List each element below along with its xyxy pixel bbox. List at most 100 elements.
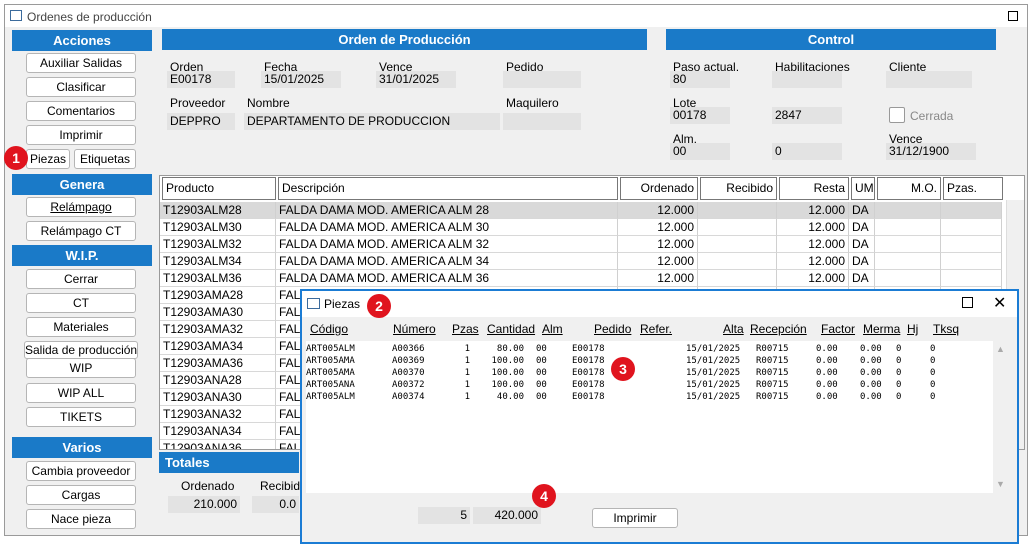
cell-desc[interactable]: FALDA DAMA MOD. AMERICA ALM 34 [276,253,618,270]
cell-producto[interactable]: T12903ALM30 [160,219,276,236]
materiales-button[interactable]: Materiales [26,317,136,337]
cell-producto[interactable]: T12903ANA28 [160,372,276,389]
col-um[interactable]: UM [851,177,875,200]
col-mo[interactable]: M.O. [877,177,941,200]
cell-ordenado[interactable]: 12.000 [618,202,698,219]
cell-mo[interactable] [875,219,941,236]
lote-field[interactable]: 00178 [670,107,730,124]
dcol-pzas[interactable]: Pzas [452,322,479,336]
cell-resta[interactable]: 12.000 [777,219,849,236]
cell-pzas[interactable] [941,202,1002,219]
cell-recibido[interactable] [698,219,777,236]
cell-producto[interactable]: T12903AMA32 [160,321,276,338]
control-vence-field[interactable]: 31/12/1900 [886,143,976,160]
relampago-button[interactable]: Relámpago [26,197,136,217]
cell-producto[interactable]: T12903ALM36 [160,270,276,287]
piezas-list[interactable]: ART005ALM A00366 1 80.00 00 E00178 15/01/2025 R… [306,341,1008,493]
auxiliar-salidas-button[interactable]: Auxiliar Salidas [26,53,136,73]
cell-mo[interactable] [875,253,941,270]
dcol-recepcion[interactable]: Recepción [750,322,807,336]
col-resta[interactable]: Resta [779,177,849,200]
cell-producto[interactable]: T12903AMA34 [160,338,276,355]
col-producto[interactable]: Producto [162,177,276,200]
scroll-down-icon[interactable]: ▼ [996,479,1005,489]
cell-recibido[interactable] [698,270,777,287]
col-pzas[interactable]: Pzas. [943,177,1003,200]
cell-resta[interactable]: 12.000 [777,202,849,219]
dcol-alta[interactable]: Alta [723,322,744,336]
table-row[interactable]: T12903ALM34 FALDA DAMA MOD. AMERICA ALM 3… [160,253,1002,270]
list-item[interactable]: ART005AMA A00369 1 100.00 00 E00178 15/01/2025… [306,355,986,367]
table-row[interactable]: T12903ALM36 FALDA DAMA MOD. AMERICA ALM 3… [160,270,1002,287]
cell-producto[interactable]: T12903AMA28 [160,287,276,304]
col-ordenado[interactable]: Ordenado [620,177,698,200]
cell-desc[interactable]: FALDA DAMA MOD. AMERICA ALM 32 [276,236,618,253]
col-recibido[interactable]: Recibido [700,177,777,200]
table-row[interactable]: T12903ALM32 FALDA DAMA MOD. AMERICA ALM 3… [160,236,1002,253]
cell-ordenado[interactable]: 12.000 [618,253,698,270]
tikets-button[interactable]: TIKETS [26,407,136,427]
list-item[interactable]: ART005ALM A00366 1 80.00 00 E00178 15/01/2025 R… [306,343,986,355]
piezas-button[interactable]: Piezas [26,149,70,169]
cell-producto[interactable]: T12903ALM34 [160,253,276,270]
cell-ordenado[interactable]: 12.000 [618,236,698,253]
ct-button[interactable]: CT [26,293,136,313]
cambia-proveedor-button[interactable]: Cambia proveedor [26,461,136,481]
nombre-field[interactable]: DEPARTAMENTO DE PRODUCCION [244,113,500,130]
cell-mo[interactable] [875,236,941,253]
cell-pzas[interactable] [941,270,1002,287]
salida-produccion-button[interactable]: Salida de producción [24,341,138,359]
list-item[interactable]: ART005ANA A00372 1 100.00 00 E00178 15/01/2025… [306,379,986,391]
dcol-refer[interactable]: Refer. [640,322,672,336]
proveedor-field[interactable]: DEPPRO [167,113,235,130]
cell-producto[interactable]: T12903AMA36 [160,355,276,372]
cell-pzas[interactable] [941,219,1002,236]
cell-producto[interactable]: T12903ANA30 [160,389,276,406]
cell-recibido[interactable] [698,236,777,253]
etiquetas-button[interactable]: Etiquetas [74,149,136,169]
dcol-merma[interactable]: Merma [863,322,900,336]
piezas-scrollbar[interactable]: ▲ ▼ [993,341,1008,493]
dcol-alm[interactable]: Alm [542,322,563,336]
dcol-pedido[interactable]: Pedido [594,322,631,336]
cell-desc[interactable]: FALDA DAMA MOD. AMERICA ALM 36 [276,270,618,287]
lote2-field[interactable]: 2847 [772,107,842,124]
cell-producto[interactable]: T12903ANA36 [160,440,276,449]
cell-recibido[interactable] [698,202,777,219]
nace-pieza-button[interactable]: Nace pieza [26,509,136,529]
piezas-close-icon[interactable]: ✕ [993,293,1006,313]
cerrada-checkbox[interactable] [889,107,905,123]
wip-all-button[interactable]: WIP ALL [26,383,136,403]
cliente-field[interactable] [886,71,972,88]
cell-desc[interactable]: FALDA DAMA MOD. AMERICA ALM 28 [276,202,618,219]
cell-ordenado[interactable]: 12.000 [618,219,698,236]
piezas-maximize-icon[interactable] [962,297,973,308]
vence-field[interactable]: 31/01/2025 [376,71,456,88]
fecha-field[interactable]: 15/01/2025 [261,71,341,88]
table-row[interactable]: T12903ALM28 FALDA DAMA MOD. AMERICA ALM 2… [160,202,1002,219]
alm2-field[interactable]: 0 [772,143,842,160]
alm-field[interactable]: 00 [670,143,730,160]
cell-mo[interactable] [875,202,941,219]
cell-producto[interactable]: T12903ANA32 [160,406,276,423]
maximize-icon[interactable] [1008,11,1018,21]
cell-producto[interactable]: T12903ALM32 [160,236,276,253]
table-row[interactable]: T12903ALM30 FALDA DAMA MOD. AMERICA ALM 3… [160,219,1002,236]
paso-field[interactable]: 80 [670,71,730,88]
cell-producto[interactable]: T12903AMA30 [160,304,276,321]
dcol-numero[interactable]: Número [393,322,436,336]
scroll-up-icon[interactable]: ▲ [996,344,1005,354]
dcol-cantidad[interactable]: Cantidad [487,322,535,336]
col-descripcion[interactable]: Descripción [278,177,618,200]
cargas-button[interactable]: Cargas [26,485,136,505]
cerrar-button[interactable]: Cerrar [26,269,136,289]
cell-producto[interactable]: T12903ANA34 [160,423,276,440]
cell-producto[interactable]: T12903ALM28 [160,202,276,219]
maquilero-field[interactable] [503,113,581,130]
cell-pzas[interactable] [941,236,1002,253]
comentarios-button[interactable]: Comentarios [26,101,136,121]
cell-um[interactable]: DA [849,236,875,253]
cell-resta[interactable]: 12.000 [777,253,849,270]
habilitaciones-field[interactable] [772,71,842,88]
dcol-factor[interactable]: Factor [821,322,855,336]
